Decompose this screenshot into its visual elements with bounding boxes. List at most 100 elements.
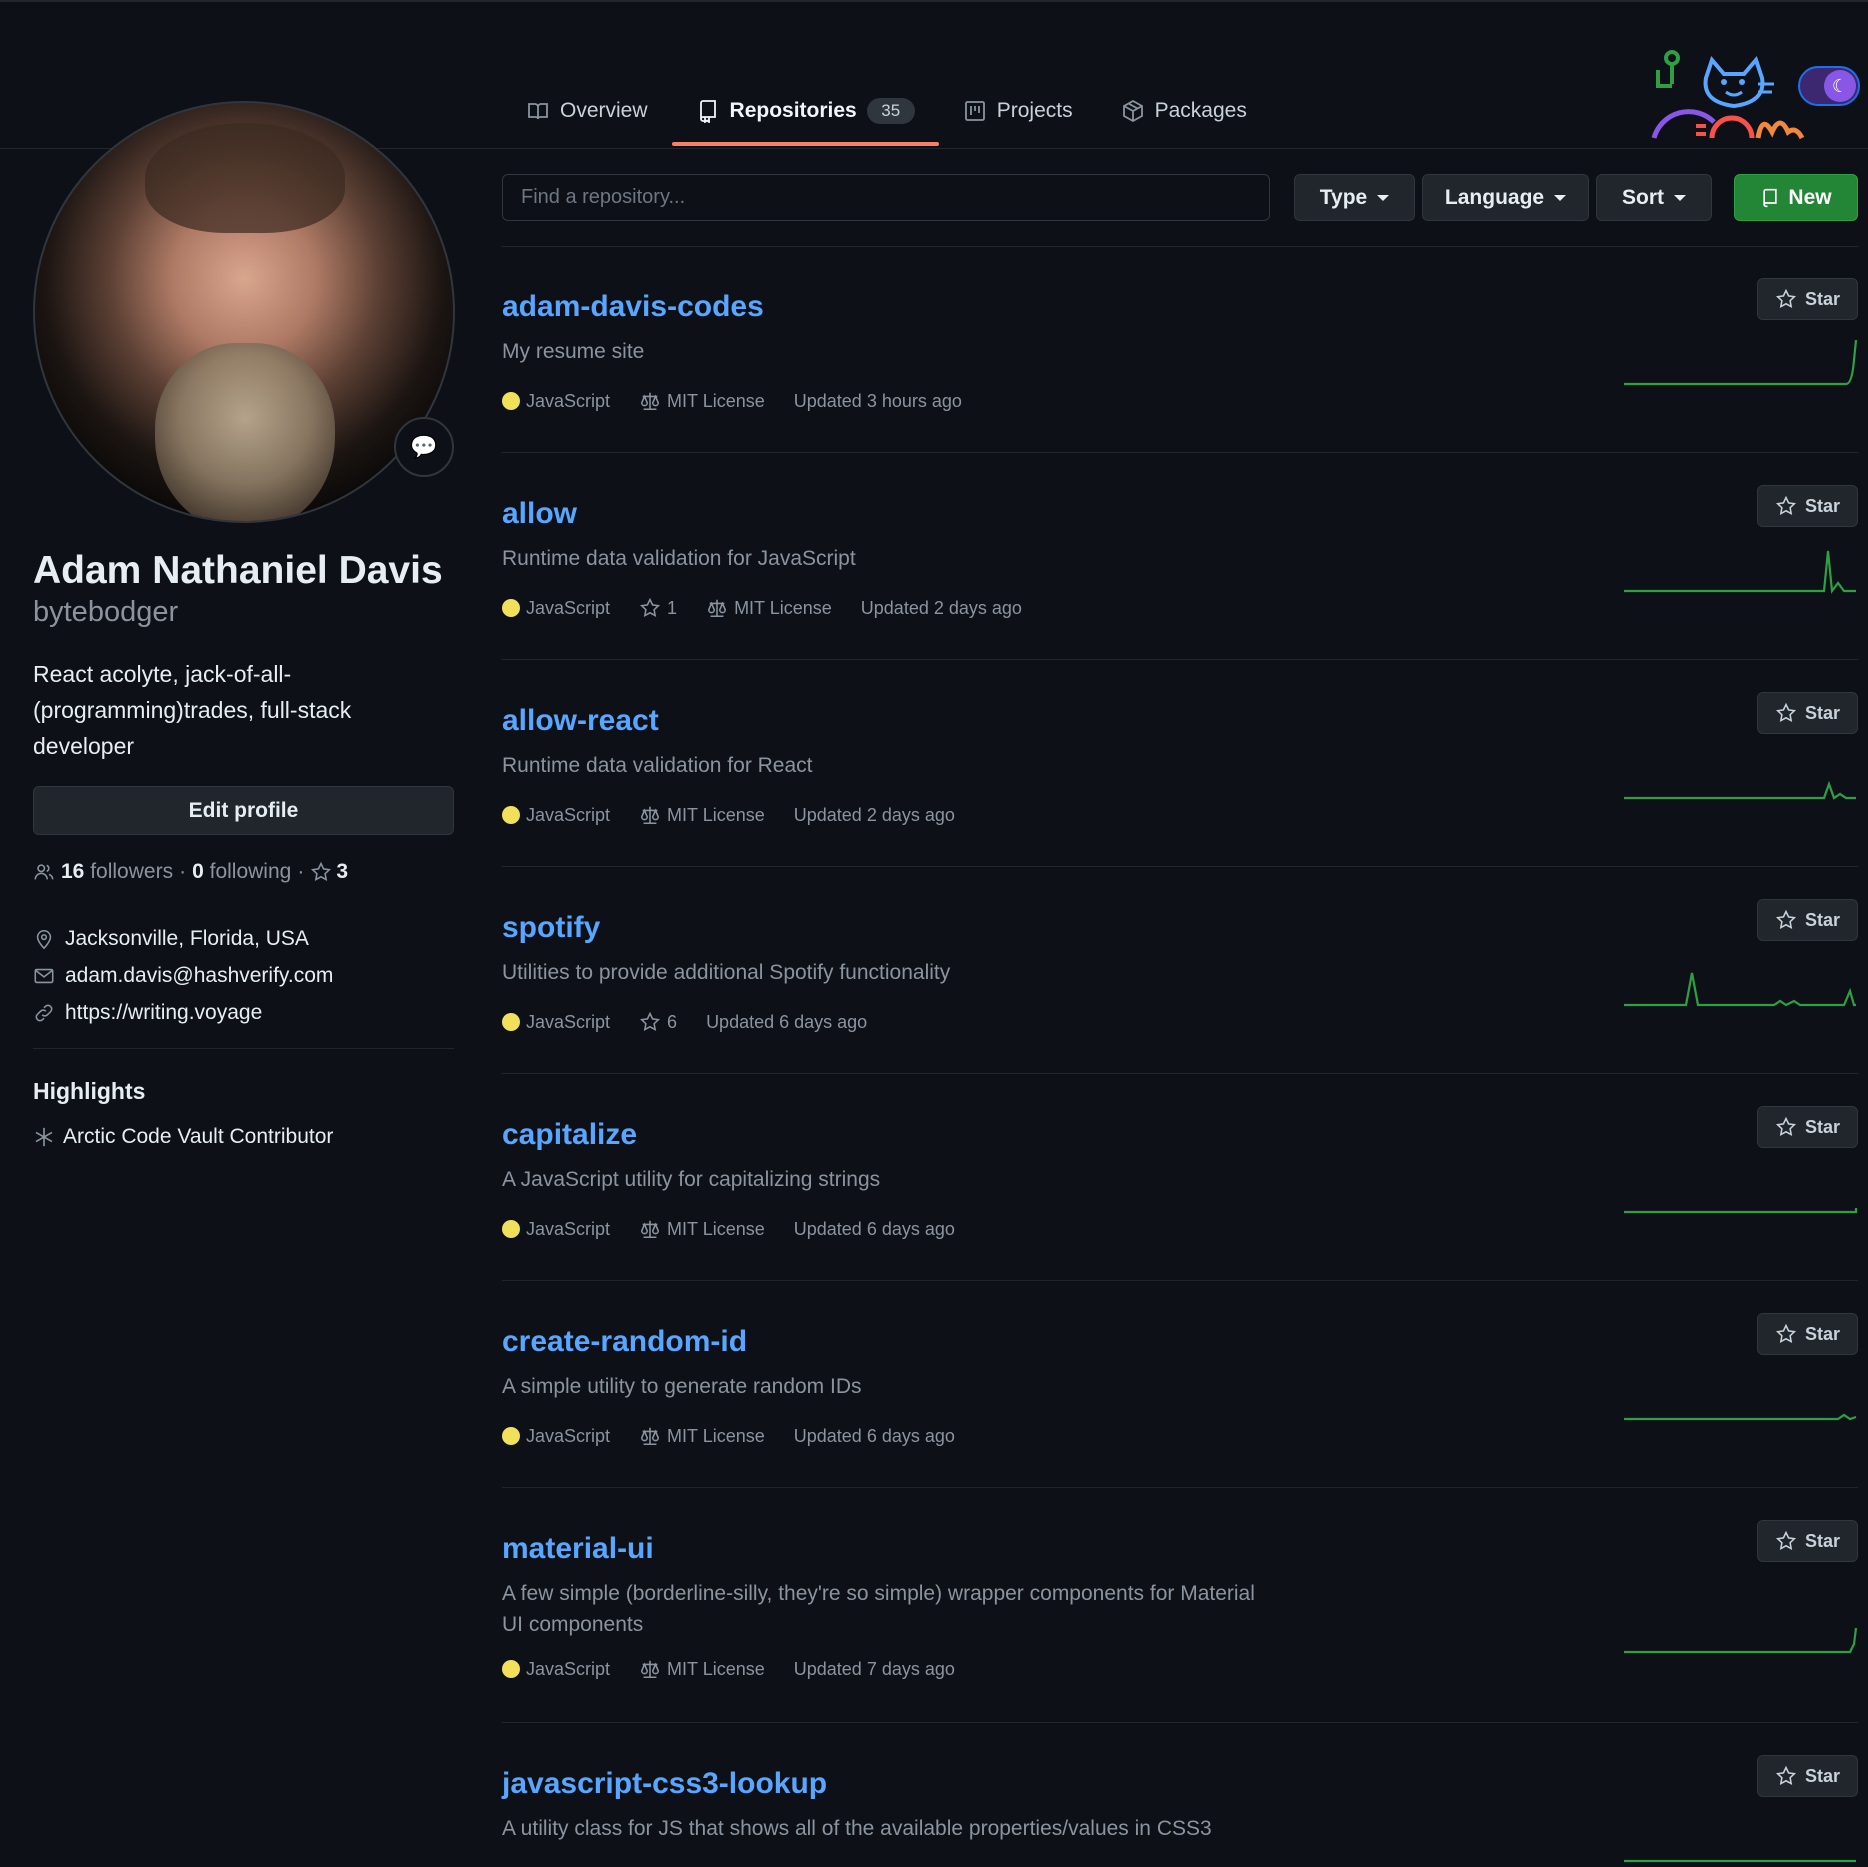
law-icon [641,1220,660,1239]
avatar-container: 💬 [33,101,455,523]
activity-sparkline [1624,340,1858,386]
profile-details: Jacksonville, Florida, USA adam.davis@ha… [33,920,333,1031]
location-row: Jacksonville, Florida, USA [33,920,333,957]
sparkline-path [1624,1413,1857,1421]
updated-label: Updated 2 days ago [793,804,955,825]
stars-link[interactable]: 3 [310,860,348,884]
activity-sparkline [1624,1859,1856,1863]
star-icon [640,1011,661,1031]
repo-license: MIT License [639,1425,765,1447]
language-label: JavaScript [526,804,611,825]
followers-link[interactable]: 16 followers [61,860,173,884]
edit-profile-button[interactable]: Edit profile [33,786,454,835]
tab-label: Overview [560,99,648,122]
repo-name-link[interactable]: javascript-css3-lookup [502,1767,827,1801]
email-row: adam.davis@hashverify.com [33,957,333,994]
followers-label: followers [90,860,174,883]
repo-description: A few simple (borderline-silly, they're … [502,1582,1255,1636]
repo-license: MIT License [639,390,765,412]
law-icon [641,392,660,411]
star-button[interactable]: Star [1757,1520,1858,1562]
repo-license: MIT License [639,1218,765,1240]
repo-divider [502,452,1858,453]
star-button-label: Star [1804,702,1840,723]
language-filter-button[interactable]: Language [1422,174,1589,221]
repo-meta: JavaScript 6 Updated 6 days ago [502,1011,896,1033]
new-label: New [1788,185,1832,209]
sort-button[interactable]: Sort [1596,174,1712,221]
caret-down-icon [1377,194,1390,201]
star-button[interactable]: Star [1757,278,1858,320]
sparkline-path [1624,780,1856,800]
repo-divider [502,1487,1858,1488]
star-button[interactable]: Star [1757,1755,1858,1797]
license-label: MIT License [667,804,765,825]
repo-description: A utility class for JS that shows all of… [502,1817,1212,1840]
star-button-label: Star [1804,1116,1840,1137]
repo-meta: JavaScript MIT License Updated 6 days ago [502,1425,984,1447]
star-button[interactable]: Star [1757,692,1858,734]
follow-stats: 16 followers · 0 following · 3 [33,860,348,884]
activity-sparkline [1624,1413,1857,1421]
following-link[interactable]: 0 following [192,860,291,884]
repo-meta: JavaScript MIT License Updated 2 days ago [502,804,984,826]
tab-packages[interactable]: Packages [1097,84,1271,138]
star-button[interactable]: Star [1757,1313,1858,1355]
repo-icon [1763,188,1778,207]
repo-name-link[interactable]: allow [502,497,577,531]
star-button-label: Star [1804,495,1840,516]
repo-name-link[interactable]: adam-davis-codes [502,290,764,324]
license-label: MIT License [667,1658,765,1679]
language-color-dot [502,392,520,410]
star-button[interactable]: Star [1757,485,1858,527]
website-link[interactable]: https://writing.voyage [65,1001,262,1025]
star-button[interactable]: Star [1757,1106,1858,1148]
avatar[interactable] [33,101,455,523]
theme-toggle[interactable]: ☾ [1798,66,1860,106]
updated-label: Updated 2 days ago [860,597,1022,618]
type-filter-button[interactable]: Type [1294,174,1415,221]
license-label: MIT License [667,390,765,411]
new-repository-button[interactable]: New [1734,174,1858,221]
location-pin-icon [36,929,52,949]
stats-separator: · [297,860,305,883]
repo-description: Runtime data validation for React [502,754,813,777]
activity-sparkline [1624,972,1856,1007]
language-color-dot [502,806,520,824]
tab-label: Repositories [729,99,857,122]
star-icon [1775,702,1797,722]
tab-projects[interactable]: Projects [939,84,1097,138]
star-icon [1775,495,1797,515]
license-label: MIT License [734,597,832,618]
language-label: JavaScript [526,390,611,411]
stars-count: 3 [336,860,349,883]
repo-language: JavaScript [502,598,610,619]
set-status-button[interactable]: 💬 [394,417,454,477]
repo-name-link[interactable]: create-random-id [502,1325,747,1359]
repo-updated: Updated 6 days ago [706,1012,867,1033]
star-button[interactable]: Star [1757,899,1858,941]
repo-updated: Updated 2 days ago [861,598,1022,619]
repo-divider [502,1073,1858,1074]
star-icon [1775,1530,1797,1550]
repo-name-link[interactable]: allow-react [502,704,659,738]
language-color-dot [502,1013,520,1031]
tab-repositories[interactable]: Repositories 35 [671,84,939,146]
tab-overview[interactable]: Overview [502,84,672,138]
language-label: JavaScript [526,1011,611,1032]
activity-sparkline [1624,780,1856,800]
repo-name-link[interactable]: spotify [502,911,600,945]
email-link[interactable]: adam.davis@hashverify.com [65,964,333,988]
moon-icon: ☾ [1824,70,1856,102]
repo-name-link[interactable]: material-ui [502,1532,654,1566]
activity-sparkline [1624,1627,1858,1654]
speech-bubble-icon: 💬 [410,434,438,459]
language-color-dot [502,1220,520,1238]
star-button-label: Star [1804,1323,1840,1344]
repo-stargazers-link[interactable]: 1 [639,597,677,619]
find-repository-input[interactable] [502,174,1270,221]
repo-name-link[interactable]: capitalize [502,1118,637,1152]
repo-language: JavaScript [502,1012,610,1033]
repo-stargazers-link[interactable]: 6 [639,1011,677,1033]
caret-down-icon [1674,194,1686,201]
